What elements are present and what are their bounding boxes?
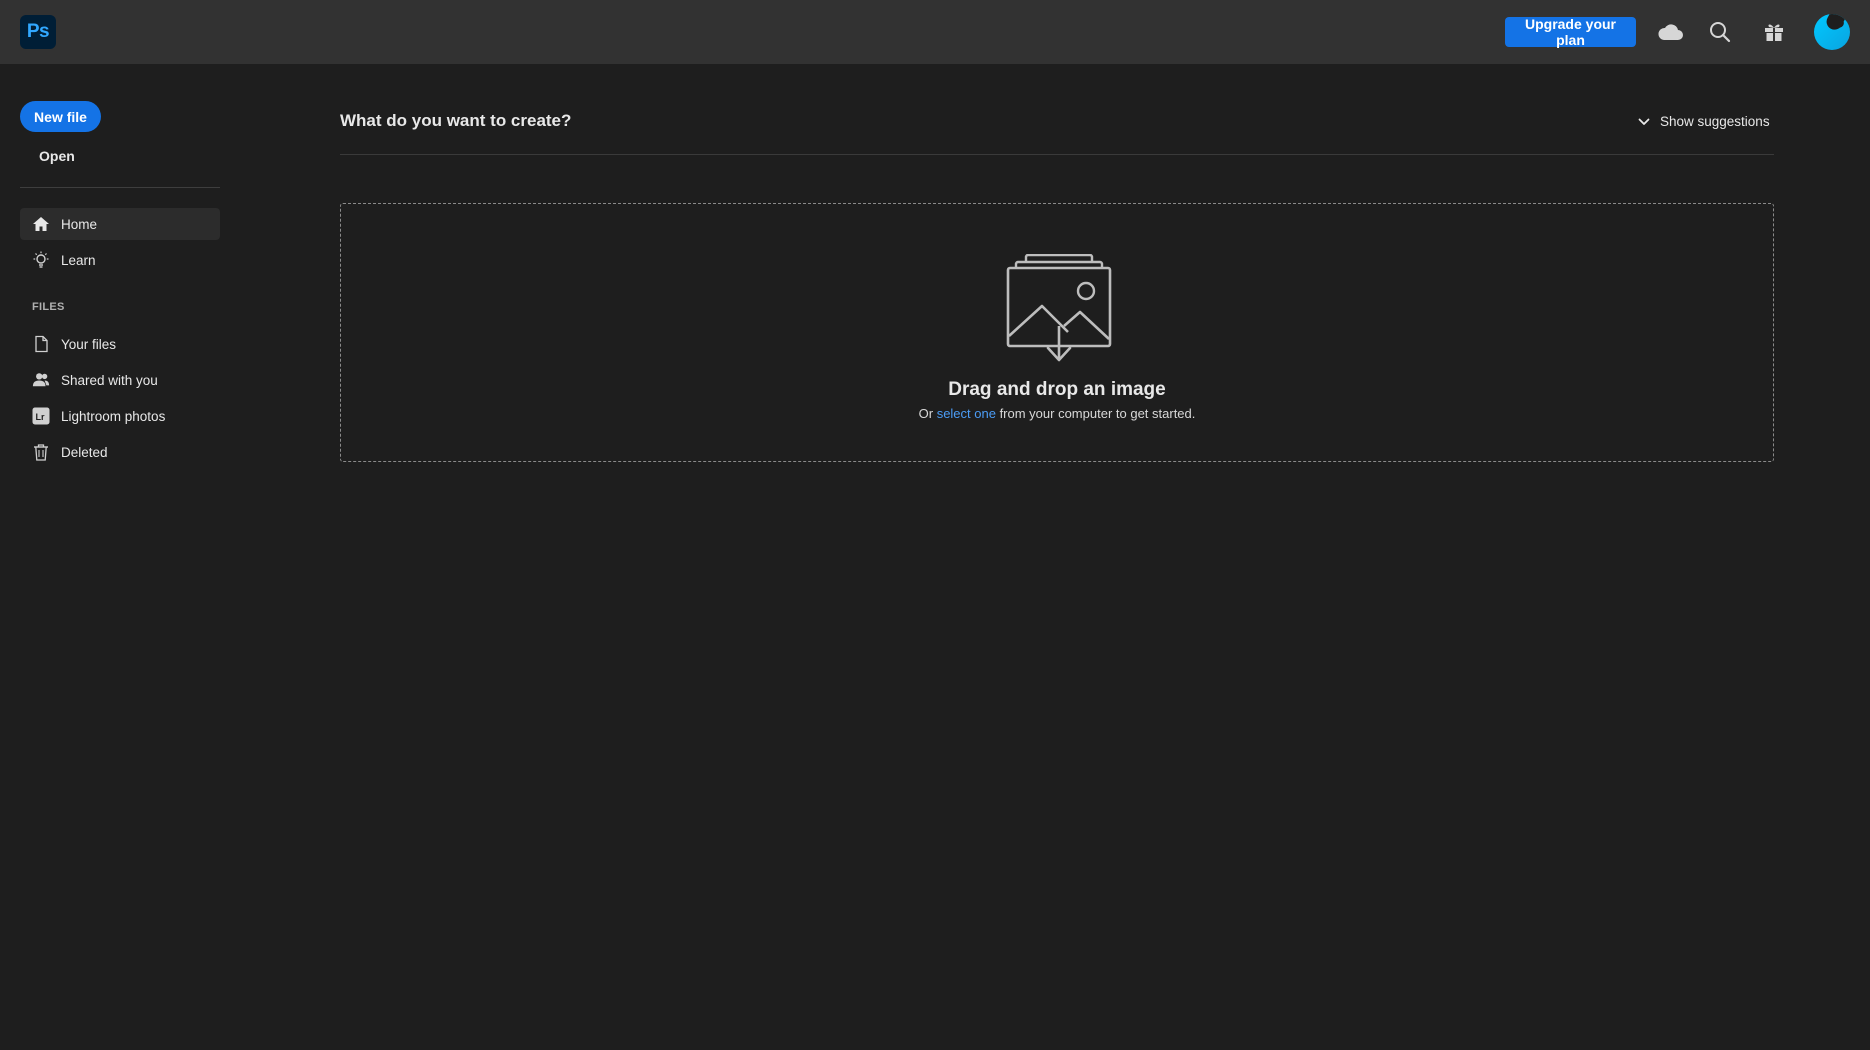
dropzone-subtitle: Or select one from your computer to get … [341, 406, 1773, 421]
upgrade-plan-button[interactable]: Upgrade your plan [1505, 16, 1636, 48]
sidebar-item-label: Home [61, 216, 98, 232]
gift-icon[interactable] [1760, 18, 1788, 46]
sidebar-item-label: Deleted [61, 444, 108, 460]
sidebar-item-your-files[interactable]: Your files [20, 328, 220, 360]
search-icon[interactable] [1706, 18, 1734, 46]
sidebar-item-label: Learn [61, 252, 96, 268]
photoshop-logo[interactable]: Ps [20, 15, 56, 49]
sidebar-item-learn[interactable]: Learn [20, 244, 220, 276]
show-suggestions-toggle[interactable]: Show suggestions [1638, 114, 1770, 129]
show-suggestions-label: Show suggestions [1660, 114, 1770, 129]
user-avatar[interactable] [1814, 14, 1850, 50]
sidebar-item-label: Lightroom photos [61, 408, 166, 424]
lightroom-icon: Lr [32, 407, 50, 425]
new-file-button[interactable]: New file [20, 101, 101, 132]
sidebar-item-home[interactable]: Home [20, 208, 220, 240]
dropzone-title: Drag and drop an image [948, 379, 1166, 400]
people-icon [32, 371, 50, 389]
document-icon [32, 335, 50, 353]
sidebar-item-lightroom[interactable]: Lr Lightroom photos [20, 400, 220, 432]
chevron-down-icon [1638, 118, 1650, 126]
files-section-heading: FILES [32, 301, 65, 313]
select-file-link[interactable]: select one [937, 406, 996, 421]
open-button[interactable]: Open [39, 148, 75, 164]
svg-text:Lr: Lr [36, 412, 45, 422]
trash-icon [32, 443, 50, 461]
lightbulb-icon [32, 251, 50, 269]
image-dropzone[interactable]: Drag and drop an image Or select one fro… [340, 203, 1774, 462]
cloud-icon[interactable] [1657, 18, 1685, 46]
image-upload-icon [1006, 253, 1112, 364]
page-title: What do you want to create? [340, 111, 572, 130]
dropzone-subtitle-prefix: Or [918, 406, 937, 421]
sidebar-item-label: Your files [61, 336, 117, 352]
sidebar-item-label: Shared with you [61, 372, 158, 388]
sidebar-item-shared[interactable]: Shared with you [20, 364, 220, 396]
sidebar-item-deleted[interactable]: Deleted [20, 436, 220, 468]
sidebar-divider [20, 187, 220, 188]
top-bar: Ps Upgrade your plan [0, 0, 1870, 64]
dropzone-subtitle-suffix: from your computer to get started. [995, 406, 1196, 421]
home-icon [32, 215, 50, 233]
main-divider [340, 154, 1774, 155]
